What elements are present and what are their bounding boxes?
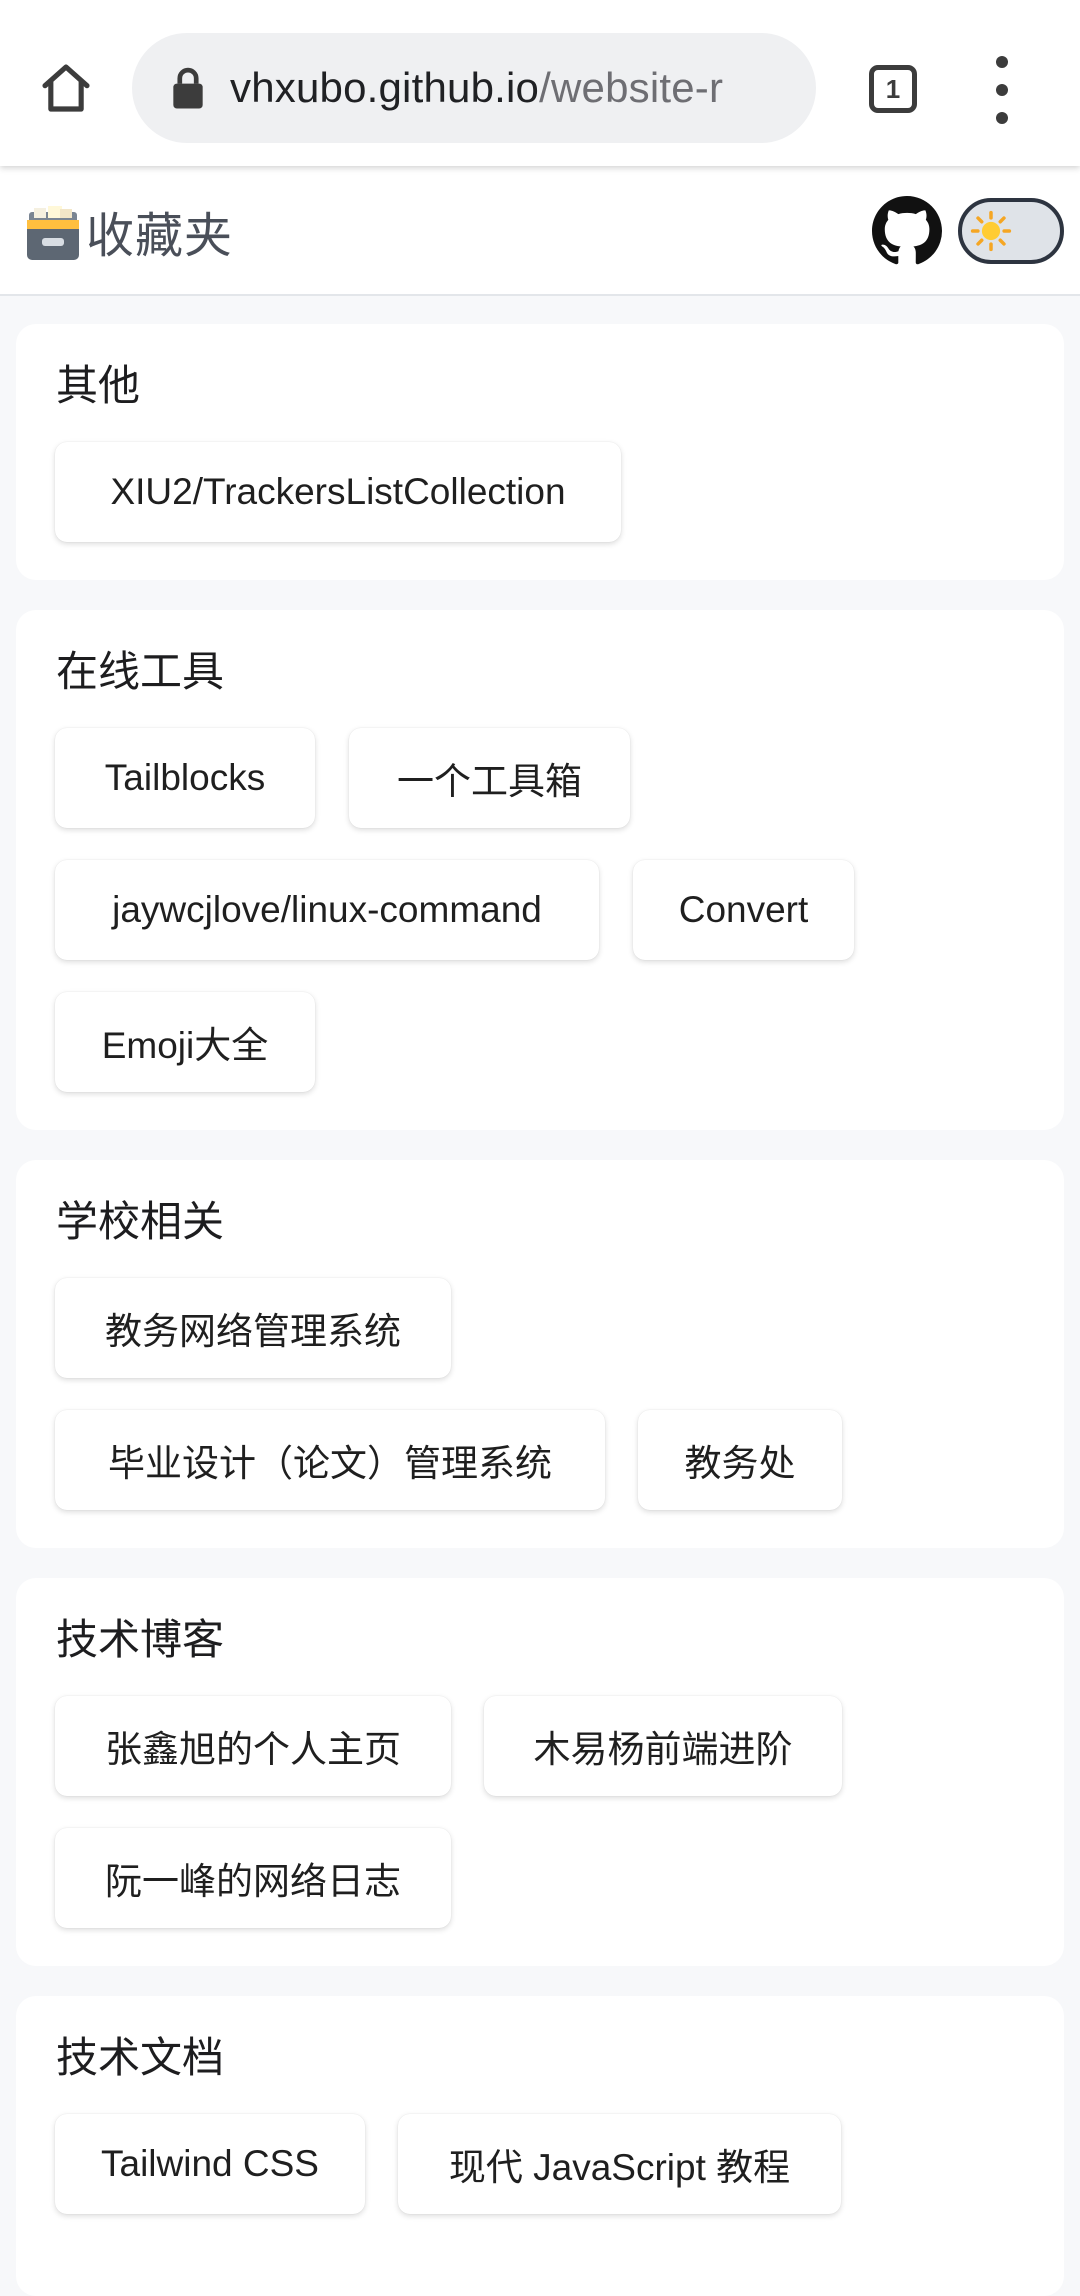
bookmark-link[interactable]: 一个工具箱 bbox=[349, 728, 630, 828]
section-title: 学校相关 bbox=[56, 1197, 225, 1246]
tab-switcher-button[interactable]: 1 bbox=[862, 58, 924, 120]
section-card-other: 其他 XIU2/TrackersListCollection bbox=[16, 324, 1064, 580]
section-title: 在线工具 bbox=[56, 647, 225, 696]
section-card-online-tools: 在线工具 Tailblocks 一个工具箱 jaywcjlove/linux-c… bbox=[16, 610, 1064, 1130]
bookmark-link[interactable]: 现代 JavaScript 教程 bbox=[398, 2114, 841, 2214]
url-host: vhxubo.github.io bbox=[230, 64, 540, 111]
bookmark-link[interactable]: Emoji大全 bbox=[55, 992, 315, 1092]
bookmark-link[interactable]: XIU2/TrackersListCollection bbox=[55, 442, 621, 542]
bookmark-link[interactable]: Tailwind CSS bbox=[55, 2114, 365, 2214]
home-icon[interactable] bbox=[28, 50, 104, 126]
site-title: 收藏夹 bbox=[86, 208, 234, 264]
bookmark-link[interactable]: 木易杨前端进阶 bbox=[484, 1696, 842, 1796]
url-path: /website-r bbox=[539, 64, 724, 111]
section-card-tech-blogs: 技术博客 张鑫旭的个人主页 木易杨前端进阶 阮一峰的网络日志 bbox=[16, 1578, 1064, 1966]
bookmark-link[interactable]: jaywcjlove/linux-command bbox=[55, 860, 599, 960]
section-title: 技术博客 bbox=[56, 1615, 225, 1664]
bookmark-link[interactable]: 张鑫旭的个人主页 bbox=[55, 1696, 451, 1796]
bookmark-link[interactable]: 毕业设计（论文）管理系统 bbox=[55, 1410, 605, 1510]
url-text[interactable]: vhxubo.github.io/website-r bbox=[230, 64, 723, 112]
bookmark-link[interactable]: 阮一峰的网络日志 bbox=[55, 1828, 451, 1928]
bookmark-link[interactable]: 教务网络管理系统 bbox=[55, 1278, 451, 1378]
section-title: 其他 bbox=[56, 361, 141, 410]
section-card-tech-docs: 技术文档 Tailwind CSS 现代 JavaScript 教程 bbox=[16, 1996, 1064, 2296]
sun-icon bbox=[970, 210, 1012, 252]
card-file-box-icon bbox=[27, 206, 79, 260]
section-card-school: 学校相关 教务网络管理系统 毕业设计（论文）管理系统 教务处 bbox=[16, 1160, 1064, 1548]
tab-count: 1 bbox=[869, 65, 917, 113]
theme-toggle[interactable] bbox=[958, 198, 1064, 264]
more-menu-icon[interactable] bbox=[976, 56, 1028, 124]
lock-icon bbox=[173, 67, 203, 109]
bookmark-link[interactable]: 教务处 bbox=[638, 1410, 842, 1510]
site-header: 收藏夹 bbox=[0, 166, 1080, 296]
github-icon[interactable] bbox=[872, 196, 942, 266]
address-bar[interactable]: vhxubo.github.io/website-r bbox=[132, 33, 816, 143]
bookmark-link[interactable]: Convert bbox=[633, 860, 854, 960]
browser-toolbar: vhxubo.github.io/website-r 1 bbox=[0, 0, 1080, 166]
section-title: 技术文档 bbox=[56, 2033, 225, 2082]
bookmark-link[interactable]: Tailblocks bbox=[55, 728, 315, 828]
